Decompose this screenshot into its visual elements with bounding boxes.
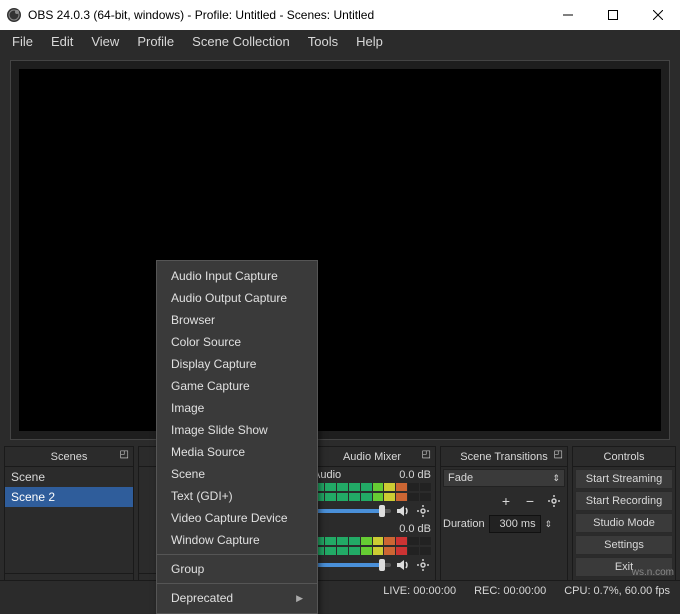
menubar: File Edit View Profile Scene Collection … bbox=[0, 30, 680, 52]
remove-transition-button[interactable]: − bbox=[519, 491, 541, 511]
transitions-panel: Scene Transitions ◰ Fade⇕ + − Duration 30… bbox=[440, 446, 568, 596]
menu-file[interactable]: File bbox=[4, 32, 41, 51]
menu-scene-collection[interactable]: Scene Collection bbox=[184, 32, 298, 51]
scene-item[interactable]: Scene 2 bbox=[5, 487, 133, 507]
menu-view[interactable]: View bbox=[83, 32, 127, 51]
track-db: 0.0 dB bbox=[399, 523, 431, 535]
chevron-updown-icon[interactable]: ⇕ bbox=[545, 519, 553, 530]
volume-slider[interactable] bbox=[313, 509, 391, 513]
ctx-display-capture[interactable]: Display Capture bbox=[157, 353, 317, 375]
maximize-button[interactable] bbox=[590, 0, 635, 30]
ctx-browser[interactable]: Browser bbox=[157, 309, 317, 331]
audio-mixer-panel: Audio Mixer ◰ Audio0.0 dB 0.0 dB bbox=[308, 446, 436, 596]
audio-meter bbox=[313, 493, 431, 501]
duration-label: Duration bbox=[443, 518, 485, 530]
transitions-title: Scene Transitions bbox=[460, 451, 547, 463]
ctx-game-capture[interactable]: Game Capture bbox=[157, 375, 317, 397]
popout-icon[interactable]: ◰ bbox=[554, 449, 563, 460]
ctx-text-gdi[interactable]: Text (GDI+) bbox=[157, 485, 317, 507]
watermark: ws.n.com bbox=[632, 567, 674, 578]
popout-icon[interactable]: ◰ bbox=[120, 449, 129, 460]
mixer-title: Audio Mixer bbox=[343, 451, 401, 463]
menu-help[interactable]: Help bbox=[348, 32, 391, 51]
ctx-color-source[interactable]: Color Source bbox=[157, 331, 317, 353]
scenes-title: Scenes bbox=[51, 451, 88, 463]
duration-input[interactable]: 300 ms bbox=[489, 515, 541, 533]
add-transition-button[interactable]: + bbox=[495, 491, 517, 511]
close-button[interactable] bbox=[635, 0, 680, 30]
preview-canvas bbox=[19, 69, 661, 431]
ctx-media-source[interactable]: Media Source bbox=[157, 441, 317, 463]
chevron-updown-icon: ⇕ bbox=[552, 473, 560, 484]
minimize-button[interactable] bbox=[545, 0, 590, 30]
gear-icon[interactable] bbox=[415, 557, 431, 573]
start-recording-button[interactable]: Start Recording bbox=[575, 491, 673, 511]
transition-properties-button[interactable] bbox=[543, 491, 565, 511]
popout-icon[interactable]: ◰ bbox=[422, 449, 431, 460]
gear-icon[interactable] bbox=[415, 503, 431, 519]
ctx-image[interactable]: Image bbox=[157, 397, 317, 419]
speaker-icon[interactable] bbox=[395, 557, 411, 573]
menu-profile[interactable]: Profile bbox=[129, 32, 182, 51]
status-cpu: CPU: 0.7%, 60.00 fps bbox=[564, 585, 670, 597]
menu-edit[interactable]: Edit bbox=[43, 32, 81, 51]
transition-select[interactable]: Fade⇕ bbox=[443, 469, 565, 487]
status-live: LIVE: 00:00:00 bbox=[383, 585, 456, 597]
status-rec: REC: 00:00:00 bbox=[474, 585, 546, 597]
ctx-group[interactable]: Group bbox=[157, 558, 317, 580]
volume-slider[interactable] bbox=[313, 563, 391, 567]
ctx-audio-output-capture[interactable]: Audio Output Capture bbox=[157, 287, 317, 309]
audio-meter bbox=[313, 547, 431, 555]
ctx-audio-input-capture[interactable]: Audio Input Capture bbox=[157, 265, 317, 287]
ctx-window-capture[interactable]: Window Capture bbox=[157, 529, 317, 551]
studio-mode-button[interactable]: Studio Mode bbox=[575, 513, 673, 533]
scene-item[interactable]: Scene bbox=[5, 467, 133, 487]
ctx-scene[interactable]: Scene bbox=[157, 463, 317, 485]
start-streaming-button[interactable]: Start Streaming bbox=[575, 469, 673, 489]
track-db: 0.0 dB bbox=[399, 469, 431, 481]
menu-tools[interactable]: Tools bbox=[300, 32, 346, 51]
chevron-right-icon: ▶ bbox=[296, 593, 303, 604]
separator bbox=[157, 583, 317, 584]
ctx-deprecated[interactable]: Deprecated▶ bbox=[157, 587, 317, 609]
add-source-context-menu: Audio Input Capture Audio Output Capture… bbox=[156, 260, 318, 614]
app-icon bbox=[6, 7, 22, 23]
mixer-track: Audio0.0 dB bbox=[313, 469, 431, 519]
controls-title: Controls bbox=[604, 451, 645, 463]
statusbar: LIVE: 00:00:00 REC: 00:00:00 CPU: 0.7%, … bbox=[0, 580, 680, 600]
ctx-video-capture-device[interactable]: Video Capture Device bbox=[157, 507, 317, 529]
window-titlebar: OBS 24.0.3 (64-bit, windows) - Profile: … bbox=[0, 0, 680, 30]
scenes-panel: Scenes◰ Scene Scene 2 + − ∧ ∨ bbox=[4, 446, 134, 596]
mixer-track: 0.0 dB bbox=[313, 523, 431, 573]
separator bbox=[157, 554, 317, 555]
window-title: OBS 24.0.3 (64-bit, windows) - Profile: … bbox=[28, 8, 374, 22]
preview-area[interactable] bbox=[10, 60, 670, 440]
settings-button[interactable]: Settings bbox=[575, 535, 673, 555]
speaker-icon[interactable] bbox=[395, 503, 411, 519]
ctx-image-slide-show[interactable]: Image Slide Show bbox=[157, 419, 317, 441]
audio-meter bbox=[313, 537, 431, 545]
audio-meter bbox=[313, 483, 431, 491]
